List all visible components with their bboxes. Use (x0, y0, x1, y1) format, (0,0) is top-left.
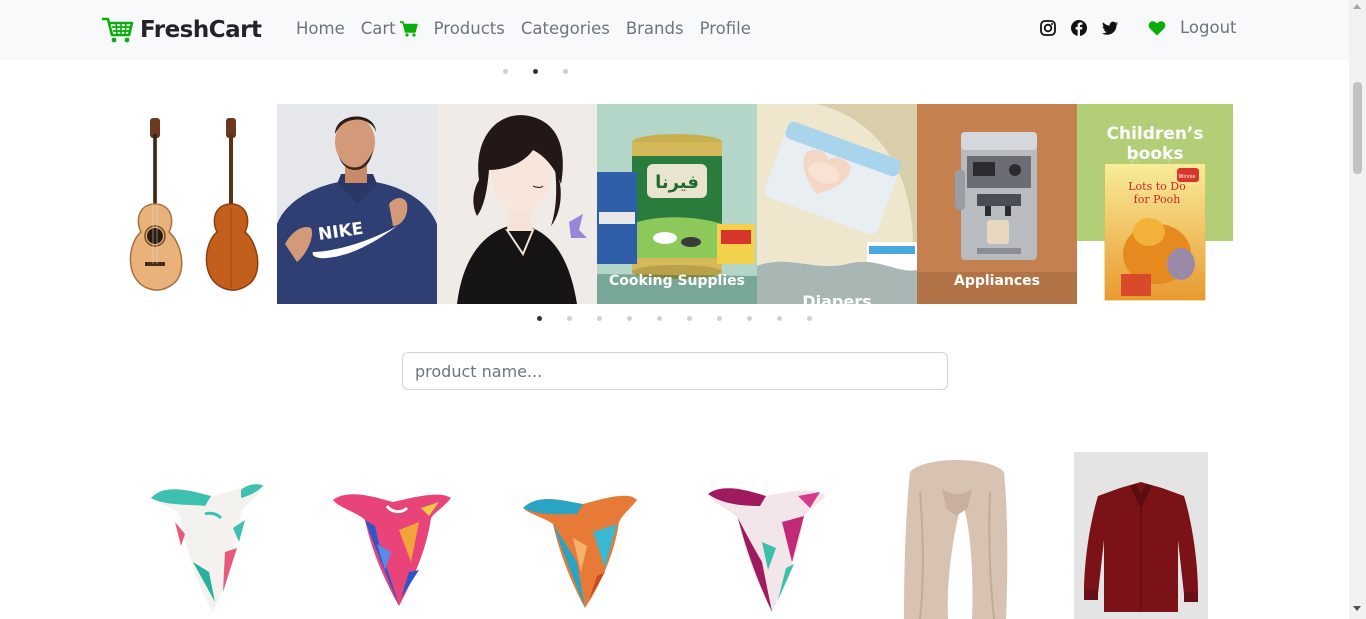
twitter-icon[interactable] (1101, 19, 1119, 37)
nav-profile-label: Profile (699, 19, 751, 38)
scrollbar-thumb[interactable] (1353, 82, 1362, 174)
nav-categories[interactable]: Categories (521, 19, 610, 38)
product-card-scarf-mint[interactable] (145, 452, 279, 619)
facebook-icon[interactable] (1070, 19, 1088, 37)
scroll-up-arrow-icon[interactable] (1353, 4, 1361, 9)
product-card-shirt-burgundy[interactable] (1074, 452, 1208, 619)
heart-icon[interactable] (1148, 20, 1166, 36)
main-slider-dot-3[interactable] (563, 69, 568, 74)
nav-brands[interactable]: Brands (626, 19, 684, 38)
brand-name: FreshCart (140, 17, 262, 43)
category-slider-dots (537, 316, 812, 321)
page-scrollbar[interactable] (1349, 0, 1366, 619)
women-fashion-image (437, 104, 597, 304)
nav-products[interactable]: Products (434, 19, 505, 38)
logout-link[interactable]: Logout (1180, 18, 1237, 37)
main-slider-dot-1[interactable] (503, 69, 508, 74)
product-image (708, 488, 826, 612)
navbar: FreshCart Home Cart Products Categories … (0, 0, 1349, 60)
guitars-image (129, 118, 259, 291)
cooking-supplies-label: Cooking Supplies (608, 273, 745, 289)
women-fashion-slide[interactable] (437, 104, 597, 304)
nav-brands-label: Brands (625, 19, 684, 38)
category-dot-10[interactable] (807, 316, 812, 321)
category-dot-3[interactable] (597, 316, 602, 321)
main-slider-dot-2[interactable] (533, 69, 538, 74)
category-slider: NIKE فيرنا Cooking Supplies Diapers Appl… (117, 104, 1233, 304)
appliances-label: Appliances (953, 273, 1041, 289)
product-card-scarf-beige[interactable] (890, 452, 1024, 619)
childrens-books-label: Children’s books (1106, 124, 1204, 164)
book-title-line-1: Lots to Do (1128, 180, 1186, 193)
guitars-slide[interactable] (117, 104, 277, 304)
brand-logo[interactable]: FreshCart (102, 15, 262, 45)
nav-cart[interactable]: Cart (361, 19, 418, 38)
product-image (523, 495, 637, 608)
scroll-down-arrow-icon[interactable] (1353, 606, 1361, 611)
nav-cart-label: Cart (360, 19, 396, 38)
nav-home[interactable]: Home (296, 19, 345, 38)
category-dot-6[interactable] (687, 316, 692, 321)
cooking-supplies-slide[interactable]: فيرنا Cooking Supplies (597, 104, 757, 304)
category-dot-7[interactable] (717, 316, 722, 321)
book-title-line-2: for Pooh (1134, 193, 1181, 206)
nav-categories-label: Categories (520, 19, 610, 38)
men-fashion-slide[interactable]: NIKE (277, 104, 437, 304)
diapers-image (757, 104, 917, 304)
product-image (904, 460, 1008, 619)
men-fashion-image: NIKE (277, 104, 437, 304)
diapers-label: Diapers (802, 292, 872, 304)
category-dot-2[interactable] (567, 316, 572, 321)
product-image (1074, 452, 1208, 619)
diapers-slide[interactable]: Diapers (757, 104, 917, 304)
product-card-scarf-magenta[interactable] (702, 452, 836, 619)
nav-links: Home Cart Products Categories Brands Pro… (296, 19, 751, 38)
category-dot-8[interactable] (747, 316, 752, 321)
childrens-books-slide[interactable]: fo h Winnie Lots to Do for Pooh Children… (1077, 104, 1233, 304)
product-image (151, 484, 263, 612)
product-card-scarf-pink-blue[interactable] (329, 452, 463, 619)
main-slider-dots (503, 69, 568, 74)
category-dot-1[interactable] (537, 316, 542, 321)
nav-home-label: Home (296, 19, 345, 38)
product-image (333, 494, 451, 606)
category-dot-9[interactable] (777, 316, 782, 321)
category-dot-4[interactable] (627, 316, 632, 321)
category-dot-5[interactable] (657, 316, 662, 321)
svg-text:فيرنا: فيرنا (655, 172, 699, 193)
search-input[interactable] (402, 352, 948, 390)
cart-icon (399, 20, 418, 37)
nav-profile[interactable]: Profile (700, 19, 751, 38)
nav-products-label: Products (433, 19, 505, 38)
cart-logo-icon (102, 17, 134, 43)
product-card-scarf-orange-teal[interactable] (519, 452, 653, 619)
instagram-icon[interactable] (1039, 19, 1057, 37)
nav-right: Logout (1039, 18, 1237, 37)
appliances-slide[interactable]: Appliances (917, 104, 1077, 304)
